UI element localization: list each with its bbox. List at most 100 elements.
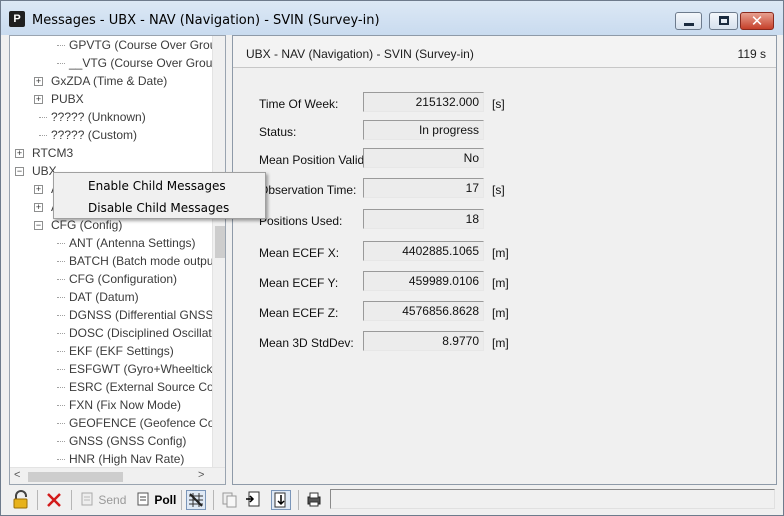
delete-icon[interactable] (44, 490, 64, 510)
tree-vertical-scrollbar[interactable] (212, 36, 225, 467)
field-label: Mean Position Valid: (259, 153, 368, 167)
expand-icon[interactable]: + (34, 95, 43, 104)
tree-item[interactable]: ANT (Antenna Settings) (10, 234, 212, 252)
field-unit: [m] (492, 306, 509, 320)
field-label: Mean 3D StdDev: (259, 336, 354, 350)
tree-item[interactable]: GPVTG (Course Over Groun (10, 36, 223, 54)
tree-item[interactable]: + PUBX (10, 90, 212, 108)
field-unit: [s] (492, 183, 505, 197)
tree-item[interactable]: DOSC (Disciplined Oscillato (10, 324, 218, 342)
expand-icon[interactable]: + (34, 203, 43, 212)
scroll-right-arrow-icon[interactable]: > (198, 469, 204, 481)
field-value: 18 (363, 209, 484, 229)
field-label: Positions Used: (259, 214, 343, 228)
bottom-toolbar: Send Poll (1, 486, 783, 514)
tree-item-label: CFG (Configuration) (69, 272, 178, 286)
field-unit: [m] (492, 246, 509, 260)
tree-item[interactable]: GNSS (GNSS Config) (10, 432, 212, 450)
tree-item-label: FXN (Fix Now Mode) (69, 398, 182, 412)
poll-button-label: Poll (154, 493, 177, 507)
field-value: In progress (363, 120, 484, 140)
field-label: Mean ECEF X: (259, 246, 340, 260)
field-value: 17 (363, 178, 484, 198)
poll-button[interactable]: Poll (135, 489, 176, 511)
field-unit: [m] (492, 336, 509, 350)
tree-horizontal-scrollbar[interactable]: < > (10, 467, 225, 484)
tree-item-label: DOSC (Disciplined Oscillato (69, 326, 219, 340)
print-icon[interactable] (305, 490, 325, 510)
menu-item-enable-child-messages[interactable]: Enable Child Messages (88, 179, 226, 193)
tree-item-label: RTCM3 (32, 146, 74, 160)
close-button[interactable]: ✕ (740, 12, 774, 30)
title-bar: P Messages - UBX - NAV (Navigation) - SV… (1, 1, 783, 35)
tree-item[interactable]: FXN (Fix Now Mode) (10, 396, 212, 414)
field-value: No (363, 148, 484, 168)
app-logo-icon: P (9, 11, 25, 27)
grid-icon (189, 493, 203, 507)
load-icon[interactable] (245, 490, 265, 510)
copy-icon[interactable] (220, 490, 240, 510)
tree-item-label: GPVTG (Course Over Groun (69, 38, 224, 52)
maximize-icon (719, 16, 729, 25)
expand-icon[interactable]: + (34, 77, 43, 86)
window-title: Messages - UBX - NAV (Navigation) - SVIN… (32, 13, 380, 28)
message-view-header: UBX - NAV (Navigation) - SVIN (Survey-in… (233, 36, 776, 68)
tree-item-label: PUBX (51, 92, 84, 106)
tree-item-label: ESFGWT (Gyro+Wheeltick) (69, 362, 217, 376)
tree-item[interactable]: DAT (Datum) (10, 288, 212, 306)
field-label: Mean ECEF Y: (259, 276, 339, 290)
message-view-panel: UBX - NAV (Navigation) - SVIN (Survey-in… (232, 35, 777, 485)
scroll-left-arrow-icon[interactable]: < (14, 469, 20, 481)
tree-item[interactable]: __VTG (Course Over Groun (10, 54, 219, 72)
field-unit: [m] (492, 276, 509, 290)
tree-item-label: BATCH (Batch mode outpu (69, 254, 214, 268)
send-button[interactable]: Send (79, 489, 126, 511)
expand-icon[interactable]: + (15, 149, 24, 158)
tree-item[interactable]: DGNSS (Differential GNSS c (10, 306, 223, 324)
save-icon[interactable] (271, 490, 291, 510)
collapse-icon[interactable]: − (34, 221, 43, 230)
tree-item[interactable]: + GxZDA (Time & Date) (10, 72, 212, 90)
tree-item-label: DAT (Datum) (69, 290, 139, 304)
minimize-button[interactable] (675, 12, 702, 30)
field-label: Mean ECEF Z: (259, 306, 339, 320)
auto-refresh-toggle[interactable] (186, 490, 206, 510)
tree-item-label: EKF (EKF Settings) (69, 344, 174, 358)
elapsed-time: 119 s (737, 47, 766, 61)
tree-vscroll-thumb[interactable] (215, 226, 225, 258)
message-view-title: UBX - NAV (Navigation) - SVIN (Survey-in… (246, 47, 474, 61)
tree-item[interactable]: ????? (Unknown) (10, 108, 212, 126)
tree-item[interactable]: GEOFENCE (Geofence Conf (10, 414, 224, 432)
tree-item[interactable]: ESRC (External Source Conf (10, 378, 224, 396)
tree-item[interactable]: EKF (EKF Settings) (10, 342, 212, 360)
tree-item[interactable]: ????? (Custom) (10, 126, 212, 144)
tree-item-label: ANT (Antenna Settings) (69, 236, 196, 250)
collapse-icon[interactable]: − (15, 167, 24, 176)
field-value: 215132.000 (363, 92, 484, 112)
tree-item-label: __VTG (Course Over Groun (69, 56, 220, 70)
message-tree[interactable]: GPVTG (Course Over Groun __VTG (Course Ov… (9, 35, 226, 485)
close-icon: ✕ (750, 13, 764, 30)
menu-item-disable-child-messages[interactable]: Disable Child Messages (88, 201, 229, 215)
maximize-button[interactable] (709, 12, 738, 30)
field-value: 8.9770 (363, 331, 484, 351)
tree-item[interactable]: CFG (Configuration) (10, 270, 212, 288)
send-button-label: Send (98, 493, 127, 507)
field-value: 459989.0106 (363, 271, 484, 291)
expand-icon[interactable]: + (34, 185, 43, 194)
send-icon (81, 492, 93, 506)
tree-item-label: ????? (Unknown) (51, 110, 146, 124)
field-label: Status: (259, 125, 297, 139)
status-field (330, 489, 775, 509)
tree-hscroll-thumb[interactable] (28, 472, 123, 482)
field-value: 4576856.8628 (363, 301, 484, 321)
tree-item-label: ESRC (External Source Conf (69, 380, 224, 394)
lock-icon[interactable] (11, 490, 31, 510)
tree-item[interactable]: HNR (High Nav Rate) (10, 450, 212, 468)
field-value: 4402885.1065 (363, 241, 484, 261)
tree-item[interactable]: ESFGWT (Gyro+Wheeltick) (10, 360, 216, 378)
tree-item[interactable]: BATCH (Batch mode outpu (10, 252, 214, 270)
context-menu: Enable Child Messages Disable Child Mess… (53, 172, 266, 219)
tree-item[interactable]: + RTCM3 (10, 144, 212, 162)
tree-item-label: HNR (High Nav Rate) (69, 452, 185, 466)
